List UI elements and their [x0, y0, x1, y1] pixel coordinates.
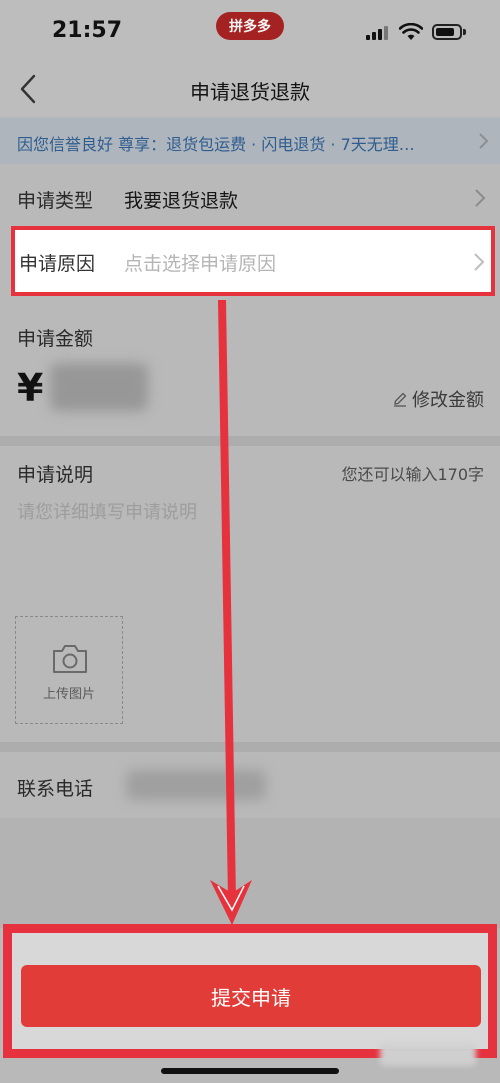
type-row[interactable]: 申请类型 我要退货退款 — [0, 168, 500, 224]
page-title: 申请退货退款 — [190, 80, 310, 104]
amount-label: 申请金额 — [17, 328, 94, 350]
description-label: 申请说明 — [17, 464, 94, 486]
battery-icon — [432, 24, 462, 40]
type-label: 申请类型 — [17, 190, 94, 212]
edit-amount-label: 修改金额 — [412, 390, 484, 411]
submit-button[interactable]: 提交申请 — [21, 965, 481, 1027]
edit-amount-button[interactable]: 修改金额 — [392, 386, 484, 412]
phone-input-blurred[interactable] — [126, 770, 266, 800]
banner-text: 因您信誉良好 尊享：退货包运费 · 闪电退货 · 7天无理… — [17, 135, 415, 154]
chevron-right-icon — [474, 253, 485, 271]
type-value: 我要退货退款 — [124, 190, 239, 212]
upload-label: 上传图片 — [42, 687, 95, 702]
chevron-right-icon — [475, 189, 486, 207]
section-divider — [0, 436, 500, 446]
status-time: 21:57 — [52, 18, 123, 43]
amount-section: 申请金额 ¥ 修改金额 — [0, 300, 500, 440]
pencil-icon — [394, 392, 407, 407]
reason-row[interactable]: 申请原因 点击选择申请原因 — [11, 226, 495, 296]
wifi-icon — [399, 23, 423, 40]
screen: 21:57 拼多多 申请退货退款 因您信誉良好 尊享：退货包运费 · 闪电退货 … — [0, 0, 500, 1083]
credit-banner[interactable]: 因您信誉良好 尊享：退货包运费 · 闪电退货 · 7天无理… — [0, 118, 500, 164]
signal-icon — [366, 26, 388, 40]
reason-placeholder: 点击选择申请原因 — [124, 253, 277, 275]
description-input[interactable]: 请您详细填写申请说明 — [17, 498, 477, 608]
description-section: 申请说明 您还可以输入170字 请您详细填写申请说明 上传图片 — [0, 446, 500, 742]
camera-icon — [53, 645, 87, 673]
phone-label: 联系电话 — [17, 778, 94, 800]
amount-value-blurred — [50, 363, 148, 411]
reason-label: 申请原因 — [19, 253, 96, 275]
submit-highlight-box: 提交申请 — [3, 924, 497, 1058]
status-bar: 21:57 拼多多 — [0, 0, 500, 62]
nav-bar: 申请退货退款 — [0, 62, 500, 116]
currency-symbol: ¥ — [17, 366, 44, 410]
app-badge: 拼多多 — [216, 12, 284, 40]
phone-section: 联系电话 — [0, 752, 500, 818]
char-counter: 您还可以输入170字 — [341, 465, 484, 484]
section-divider — [0, 742, 500, 752]
battery-cap — [463, 29, 466, 35]
upload-image-button[interactable]: 上传图片 — [15, 616, 123, 724]
home-indicator[interactable] — [161, 1068, 339, 1074]
chevron-right-icon — [479, 133, 489, 149]
watermark-blurred — [380, 1044, 476, 1066]
empty-area — [0, 818, 500, 928]
